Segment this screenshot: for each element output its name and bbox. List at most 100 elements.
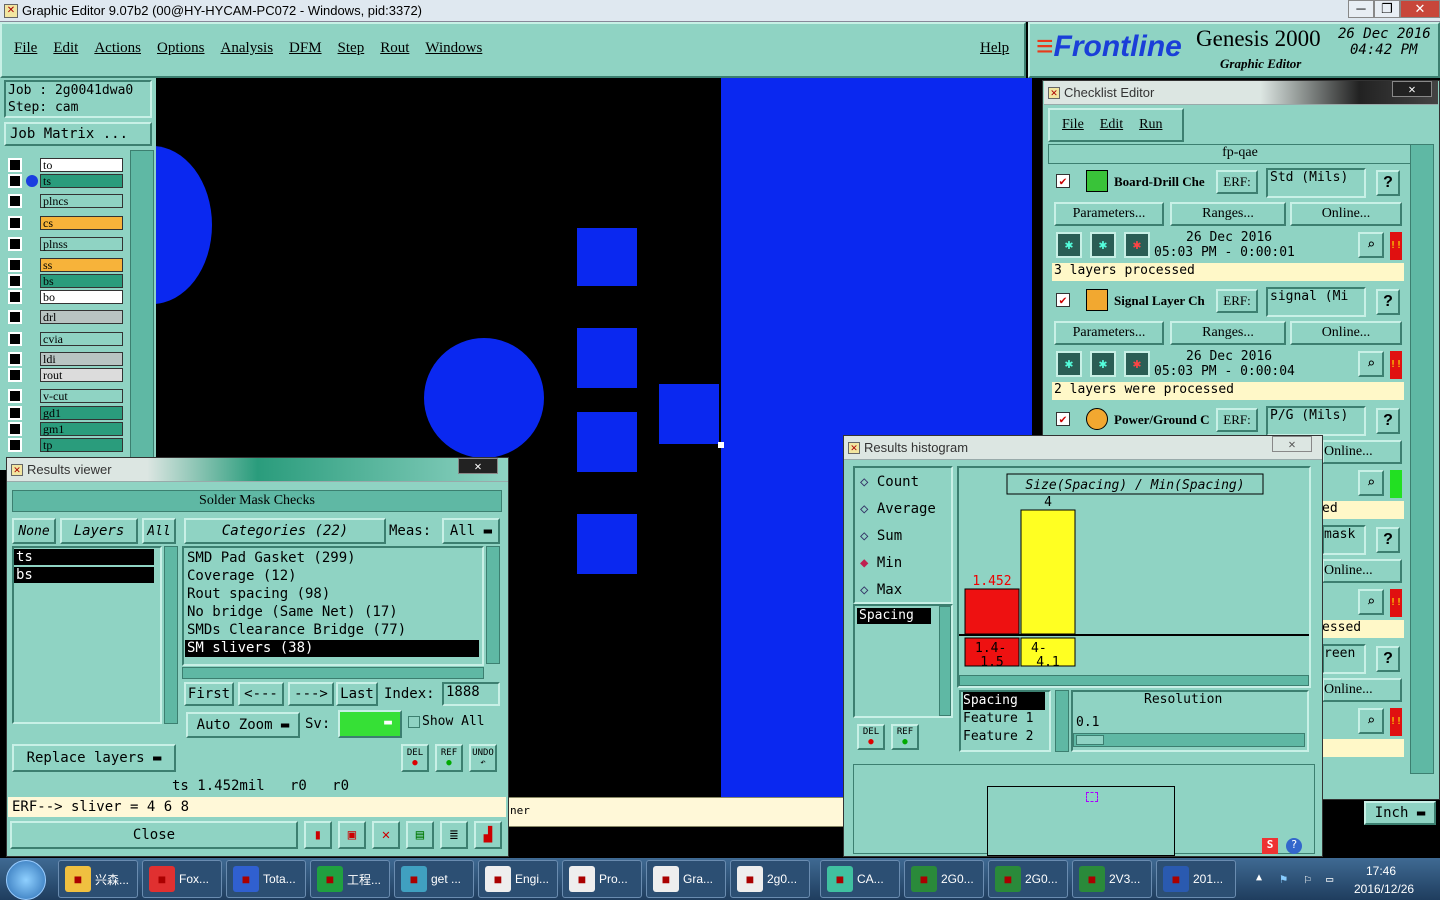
check-enabled-checkbox[interactable]: ✔ — [1056, 293, 1070, 307]
feature-row-spacing[interactable]: Spacing — [963, 692, 1045, 710]
taskbar-item[interactable]: ■ 2G0... — [904, 860, 984, 898]
results-del-button[interactable]: DEL ● — [401, 744, 429, 772]
auto-zoom-select[interactable]: Auto Zoom ▬ — [186, 712, 300, 738]
replace-layers-select[interactable]: Replace layers ▬ — [12, 744, 176, 772]
tray-help-icon[interactable]: ? — [1286, 838, 1302, 854]
field-list-scrollbar[interactable] — [939, 606, 951, 716]
erf-value[interactable]: P/G (Mils) — [1266, 406, 1366, 436]
online-button[interactable]: Online... — [1290, 321, 1402, 345]
last-button[interactable]: Last — [336, 682, 378, 706]
layer-checkbox[interactable] — [8, 158, 22, 172]
erf-value[interactable]: signal (Mi — [1266, 287, 1366, 317]
layer-name[interactable]: drl — [40, 310, 123, 324]
zoom-results-icon[interactable]: ⌕ — [1358, 470, 1384, 496]
histogram-bar[interactable] — [964, 588, 1020, 635]
clock-date[interactable]: 2016/12/26 — [1354, 882, 1414, 896]
feature-row-1[interactable]: Feature 1 — [963, 710, 1049, 728]
layer-name[interactable]: ss — [40, 258, 123, 272]
layer-list-scroll[interactable] — [164, 546, 178, 724]
check-enabled-checkbox[interactable]: ✔ — [1056, 174, 1070, 188]
menu-analysis[interactable]: Analysis — [221, 40, 274, 57]
layer-name[interactable]: gm1 — [40, 422, 123, 436]
layer-row-ts[interactable]: ts — [8, 174, 123, 188]
taskbar-item[interactable]: ■ Tota... — [226, 860, 306, 898]
layer-row-drl[interactable]: drl — [8, 310, 123, 324]
erf-value[interactable]: Std (Mils) — [1266, 168, 1366, 198]
layer-name[interactable]: plnss — [40, 237, 123, 251]
online-button[interactable]: Online... — [1322, 440, 1402, 464]
ranges-button[interactable]: Ranges... — [1170, 321, 1286, 345]
layer-row-rout[interactable]: rout — [8, 368, 123, 382]
histogram-close-button[interactable]: ✕ — [1272, 436, 1312, 452]
layer-checkbox[interactable] — [8, 290, 22, 304]
layer-checkbox[interactable] — [8, 237, 22, 251]
category-item[interactable]: SMDs Clearance Bridge (77) — [185, 622, 479, 639]
parameters-button[interactable]: Parameters... — [1054, 202, 1164, 226]
result-layer-item[interactable]: bs — [14, 567, 154, 583]
layer-name[interactable]: bo — [40, 290, 123, 304]
layer-checkbox[interactable] — [8, 310, 22, 324]
highlight-tool-icon[interactable]: ▣ — [338, 821, 366, 849]
layer-name[interactable]: ldi — [40, 352, 123, 366]
tray-sogou-icon[interactable]: S — [1262, 838, 1278, 854]
histogram-del-button[interactable]: DEL ● — [857, 724, 885, 750]
menu-step[interactable]: Step — [338, 40, 365, 57]
aggregate-option-count[interactable]: ◇ Count — [860, 474, 919, 490]
meas-select[interactable]: All ▬ — [442, 518, 500, 544]
online-button[interactable]: Online... — [1322, 678, 1402, 702]
taskbar-item[interactable]: ■ 2g0... — [730, 860, 810, 898]
minimize-button[interactable]: ─ — [1348, 0, 1374, 18]
job-matrix-button[interactable]: Job Matrix ... — [4, 122, 152, 146]
menu-file[interactable]: File — [14, 40, 37, 57]
result-layer-item[interactable]: ts — [14, 549, 154, 565]
export-tool-icon[interactable]: ▤ — [406, 821, 434, 849]
layer-row-plnss[interactable]: plnss — [8, 237, 123, 251]
category-item[interactable]: SM slivers (38) — [185, 640, 479, 657]
parameters-button[interactable]: Parameters... — [1054, 321, 1164, 345]
histogram-tool-icon[interactable]: ▟ — [474, 821, 502, 849]
report-tool-icon[interactable]: ≣ — [440, 821, 468, 849]
run-check-icon[interactable]: ✱ — [1124, 232, 1150, 258]
menu-help[interactable]: Help — [980, 40, 1009, 57]
layer-checkbox[interactable] — [8, 406, 22, 420]
taskbar-item[interactable]: ■ 工程... — [310, 860, 390, 898]
layer-name[interactable]: tp — [40, 438, 123, 452]
check-enabled-checkbox[interactable]: ✔ — [1056, 412, 1070, 426]
check-help-button[interactable]: ? — [1376, 170, 1400, 196]
results-viewer-close-icon[interactable]: ✕ — [458, 458, 498, 474]
layer-checkbox[interactable] — [8, 389, 22, 403]
layer-row-cvia[interactable]: cvia — [8, 332, 123, 346]
all-button[interactable]: All — [142, 518, 176, 544]
radio-icon[interactable]: ◇ — [860, 528, 877, 544]
category-item[interactable]: Coverage (12) — [185, 568, 479, 585]
layer-checkbox[interactable] — [8, 258, 22, 272]
layer-checkbox[interactable] — [8, 368, 22, 382]
sv-color-select[interactable]: ▬ — [338, 710, 402, 738]
next-button[interactable]: ---> — [288, 682, 334, 706]
run-check-icon[interactable]: ✱ — [1056, 232, 1082, 258]
taskbar-item[interactable]: ■ 兴森... — [58, 860, 138, 898]
resolution-slider[interactable] — [1073, 733, 1305, 747]
results-undo-button[interactable]: UNDO ↶ — [469, 744, 497, 772]
layer-checkbox[interactable] — [8, 438, 22, 452]
taskbar-item[interactable]: ■ Engi... — [478, 860, 558, 898]
start-button[interactable] — [6, 860, 46, 900]
tray-monitor-icon[interactable]: ▭ — [1326, 872, 1333, 886]
maximize-button[interactable]: ❐ — [1374, 0, 1400, 18]
check-help-button[interactable]: ? — [1376, 289, 1400, 315]
check-help-button[interactable]: ? — [1376, 527, 1400, 553]
erf-value[interactable]: mask — [1322, 525, 1366, 555]
layer-row-tp[interactable]: tp — [8, 438, 123, 452]
check-help-button[interactable]: ? — [1376, 646, 1400, 672]
taskbar-item[interactable]: ■ CA... — [820, 860, 900, 898]
checklist-scrollbar[interactable] — [1410, 144, 1434, 774]
menu-dfm[interactable]: DFM — [289, 40, 322, 57]
run-check-icon[interactable]: ✱ — [1090, 232, 1116, 258]
zoom-results-icon[interactable]: ⌕ — [1358, 232, 1384, 258]
first-button[interactable]: First — [184, 682, 234, 706]
checklist-menu-edit[interactable]: Edit — [1100, 117, 1123, 133]
layer-checkbox[interactable] — [8, 332, 22, 346]
layer-row-cs[interactable]: cs — [8, 216, 123, 230]
layer-name[interactable]: ts — [40, 174, 123, 188]
radio-icon[interactable]: ◇ — [860, 474, 877, 490]
